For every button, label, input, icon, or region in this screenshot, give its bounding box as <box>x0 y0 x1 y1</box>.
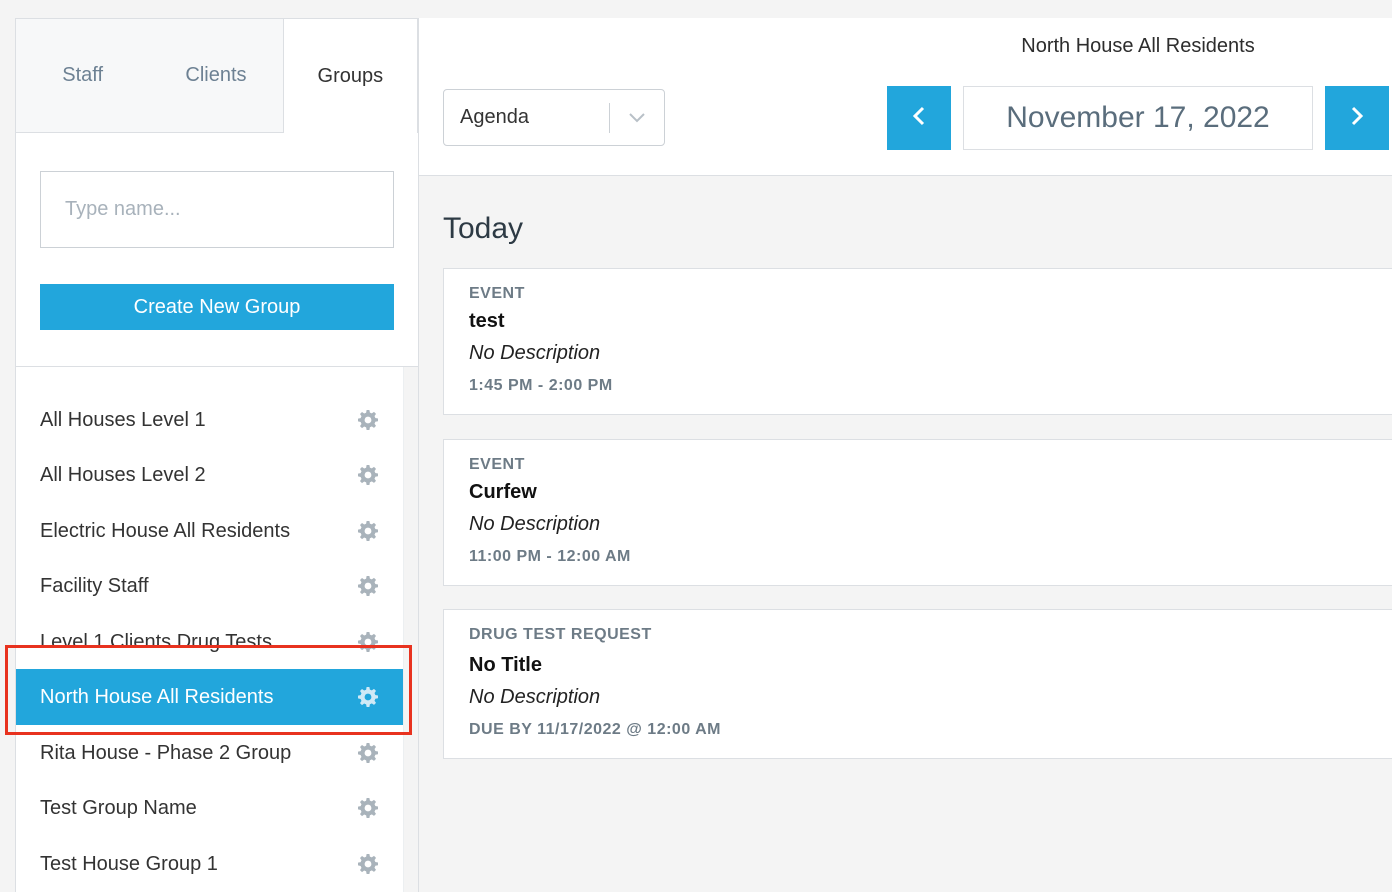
list-item[interactable]: Electric House All Residents <box>16 503 403 559</box>
group-label: Electric House All Residents <box>40 519 291 542</box>
calendar-header: North House All Residents Agenda Novembe… <box>419 18 1392 176</box>
list-item[interactable]: Facility Staff <box>16 558 403 614</box>
list-item[interactable]: Test House Group 1 <box>16 836 403 892</box>
group-label: Test House Group 1 <box>40 852 218 875</box>
app: Staff Clients Groups Create New Group Al… <box>0 0 1392 892</box>
tab-clients[interactable]: Clients <box>149 19 283 133</box>
previous-date-button[interactable] <box>887 86 951 150</box>
list-item[interactable]: Rita House - Phase 2 Group <box>16 725 403 781</box>
list-item-selected[interactable]: North House All Residents <box>16 669 403 725</box>
view-select[interactable]: Agenda <box>443 89 665 146</box>
gear-icon[interactable] <box>357 686 379 708</box>
event-card[interactable]: DRUG TEST REQUEST No Title No Descriptio… <box>443 609 1392 759</box>
agenda-content: Today EVENT test No Description 1:45 PM … <box>443 176 1392 759</box>
gear-icon[interactable] <box>357 631 379 653</box>
event-title: test <box>469 310 505 332</box>
chevron-right-icon <box>1350 106 1364 131</box>
event-card[interactable]: EVENT Curfew No Description 11:00 PM - 1… <box>443 439 1392 586</box>
group-label: Test Group Name <box>40 796 197 819</box>
group-label: Level 1 Clients Drug Tests <box>40 630 272 653</box>
event-type: EVENT <box>469 285 525 302</box>
gear-icon[interactable] <box>357 575 379 597</box>
tab-groups[interactable]: Groups <box>282 19 418 133</box>
event-title: No Title <box>469 654 542 676</box>
chevron-left-icon <box>912 106 926 131</box>
group-list: All Houses Level 1 All Houses Level 2 El… <box>16 367 418 892</box>
gear-icon[interactable] <box>357 742 379 764</box>
scrollbar-track[interactable] <box>403 367 418 892</box>
chevron-down-icon[interactable] <box>610 112 664 124</box>
search-input[interactable] <box>40 171 394 248</box>
list-item[interactable]: All Houses Level 2 <box>16 447 403 503</box>
gear-icon[interactable] <box>357 409 379 431</box>
group-label: Facility Staff <box>40 574 149 597</box>
group-label: North House All Residents <box>40 685 274 708</box>
event-description: No Description <box>469 513 601 535</box>
event-time: 11:00 PM - 12:00 AM <box>469 548 631 565</box>
group-label: All Houses Level 2 <box>40 463 206 486</box>
sidebar-tabs: Staff Clients Groups <box>16 19 418 133</box>
group-label: Rita House - Phase 2 Group <box>40 741 292 764</box>
gear-icon[interactable] <box>357 464 379 486</box>
list-item[interactable]: Level 1 Clients Drug Tests <box>16 614 403 670</box>
list-item[interactable]: All Houses Level 1 <box>16 392 403 448</box>
event-type: EVENT <box>469 456 525 473</box>
agenda-section-title: Today <box>443 212 524 245</box>
search-wrapper <box>16 133 418 248</box>
calendar-title: North House All Residents <box>1021 35 1255 57</box>
list-item[interactable]: Test Group Name <box>16 780 403 836</box>
event-time: 1:45 PM - 2:00 PM <box>469 377 613 394</box>
gear-icon[interactable] <box>357 520 379 542</box>
create-new-group-button[interactable]: Create New Group <box>40 284 394 330</box>
event-description: No Description <box>469 342 601 364</box>
sidebar: Staff Clients Groups Create New Group Al… <box>15 18 419 892</box>
gear-icon[interactable] <box>357 797 379 819</box>
tab-staff[interactable]: Staff <box>16 19 150 133</box>
next-date-button[interactable] <box>1325 86 1389 150</box>
view-select-value: Agenda <box>460 106 529 128</box>
current-date: November 17, 2022 <box>963 86 1313 150</box>
event-card[interactable]: EVENT test No Description 1:45 PM - 2:00… <box>443 268 1392 415</box>
event-time: DUE BY 11/17/2022 @ 12:00 AM <box>469 721 721 738</box>
event-type: DRUG TEST REQUEST <box>469 626 652 643</box>
event-description: No Description <box>469 686 601 708</box>
event-title: Curfew <box>469 481 537 503</box>
gear-icon[interactable] <box>357 853 379 875</box>
group-label: All Houses Level 1 <box>40 408 206 431</box>
